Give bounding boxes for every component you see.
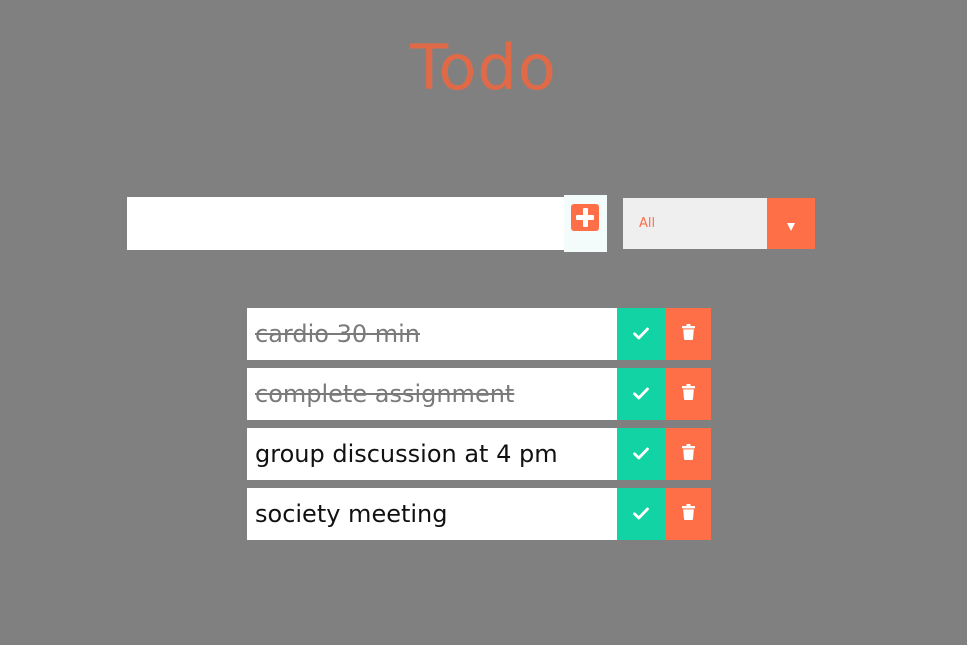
- todo-item: cardio 30 min: [247, 308, 711, 360]
- plus-square-icon: [571, 204, 599, 231]
- todo-input[interactable]: [127, 197, 564, 250]
- filter-selected-value: All: [639, 216, 656, 231]
- check-icon: [633, 507, 649, 520]
- todo-item: group discussion at 4 pm: [247, 428, 711, 480]
- filter-dropdown-button[interactable]: [767, 198, 815, 249]
- trash-icon: [682, 444, 695, 460]
- delete-button[interactable]: [665, 368, 711, 420]
- todo-item-text: cardio 30 min: [247, 308, 617, 360]
- delete-button[interactable]: [665, 428, 711, 480]
- trash-icon: [682, 384, 695, 400]
- delete-button[interactable]: [665, 488, 711, 540]
- check-icon: [633, 327, 649, 340]
- todo-item-text: complete assignment: [247, 368, 617, 420]
- todo-item: complete assignment: [247, 368, 711, 420]
- complete-button[interactable]: [617, 428, 665, 480]
- check-icon: [633, 387, 649, 400]
- app-title: Todo: [410, 31, 557, 104]
- add-todo-button[interactable]: [564, 195, 607, 252]
- todo-item-text: group discussion at 4 pm: [247, 428, 617, 480]
- filter-select[interactable]: All: [623, 198, 815, 249]
- complete-button[interactable]: [617, 368, 665, 420]
- complete-button[interactable]: [617, 488, 665, 540]
- todo-item-text: society meeting: [247, 488, 617, 540]
- check-icon: [633, 447, 649, 460]
- trash-icon: [682, 324, 695, 340]
- trash-icon: [682, 504, 695, 520]
- caret-down-icon: [787, 223, 795, 231]
- delete-button[interactable]: [665, 308, 711, 360]
- todo-list: cardio 30 min complete assignment group …: [247, 308, 711, 548]
- todo-item: society meeting: [247, 488, 711, 540]
- complete-button[interactable]: [617, 308, 665, 360]
